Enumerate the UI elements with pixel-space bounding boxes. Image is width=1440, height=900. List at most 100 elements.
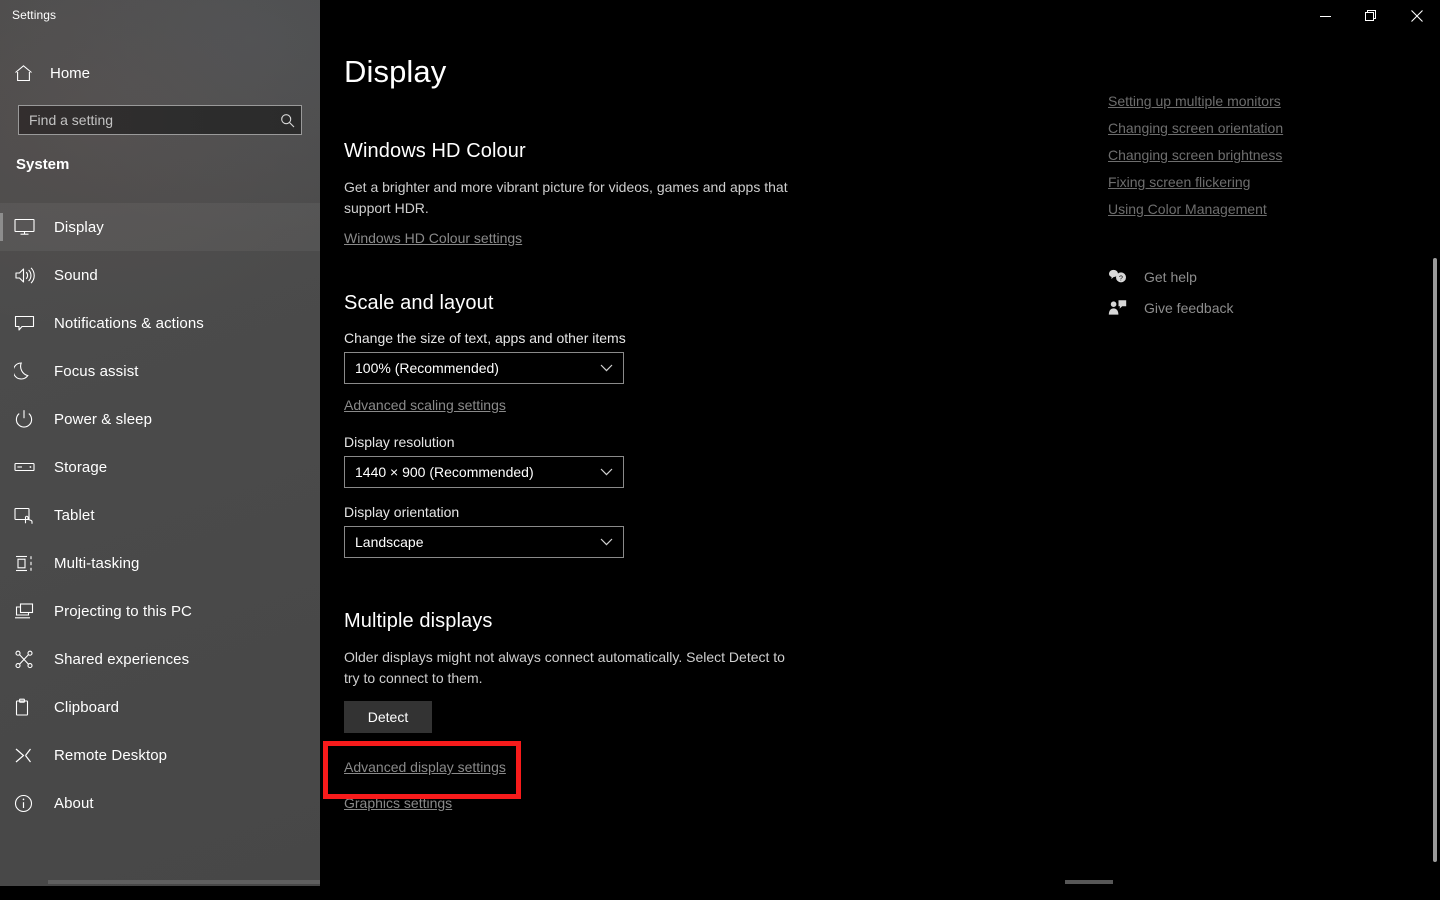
power-icon: [14, 407, 48, 431]
moon-icon: [14, 359, 48, 383]
give-feedback-label: Give feedback: [1144, 300, 1234, 316]
help-link[interactable]: Changing screen brightness: [1108, 142, 1378, 169]
orientation-label: Display orientation: [344, 504, 904, 520]
minimize-button[interactable]: [1302, 0, 1348, 32]
sidebar-item-label: Sound: [54, 267, 98, 284]
sidebar-item-remote-desktop[interactable]: Remote Desktop: [0, 731, 320, 779]
sidebar-item-label: Notifications & actions: [54, 315, 204, 332]
sidebar-group-title: System: [16, 156, 69, 173]
sidebar-item-storage[interactable]: Storage: [0, 443, 320, 491]
sidebar-item-label: Power & sleep: [54, 411, 152, 428]
sidebar-item-power-sleep[interactable]: Power & sleep: [0, 395, 320, 443]
vertical-scrollbar-track[interactable]: [1431, 32, 1437, 886]
scale-dropdown[interactable]: 100% (Recommended): [344, 352, 624, 384]
graphics-settings-link[interactable]: Graphics settings: [344, 795, 452, 811]
sidebar-item-label: Remote Desktop: [54, 747, 167, 764]
monitor-icon: [14, 215, 48, 239]
close-button[interactable]: [1394, 0, 1440, 32]
close-icon: [1411, 10, 1423, 22]
main-content: Display Windows HD Colour Get a brighter…: [320, 0, 1440, 886]
tablet-icon: [14, 503, 48, 527]
drive-icon: [14, 455, 48, 479]
home-icon: [14, 64, 46, 83]
sidebar-item-clipboard[interactable]: Clipboard: [0, 683, 320, 731]
resolution-dropdown[interactable]: 1440 × 900 (Recommended): [344, 456, 624, 488]
sidebar-home-label: Home: [50, 65, 90, 82]
give-feedback-action[interactable]: Give feedback: [1108, 292, 1378, 323]
sidebar-item-label: Shared experiences: [54, 651, 189, 668]
section-multiple-displays: Multiple displays Older displays might n…: [344, 610, 904, 813]
get-help-action[interactable]: ? Get help: [1108, 261, 1378, 292]
scale-label: Change the size of text, apps and other …: [344, 330, 904, 346]
get-help-label: Get help: [1144, 269, 1197, 285]
clipboard-icon: [14, 695, 48, 719]
sidebar: Home System Displ: [0, 0, 320, 886]
sidebar-item-tablet[interactable]: Tablet: [0, 491, 320, 539]
info-icon: [14, 791, 48, 815]
project-icon: [14, 599, 48, 623]
orientation-dropdown[interactable]: Landscape: [344, 526, 624, 558]
section-heading: Scale and layout: [344, 292, 904, 315]
section-heading: Windows HD Colour: [344, 140, 904, 163]
help-link[interactable]: Fixing screen flickering: [1108, 169, 1378, 196]
section-scale-and-layout: Scale and layout Change the size of text…: [344, 292, 904, 558]
detect-button[interactable]: Detect: [344, 701, 432, 733]
search-box[interactable]: [18, 105, 302, 135]
resolution-value: 1440 × 900 (Recommended): [355, 464, 600, 480]
sidebar-item-label: Focus assist: [54, 363, 139, 380]
sidebar-item-label: Storage: [54, 459, 107, 476]
sidebar-item-focus-assist[interactable]: Focus assist: [0, 347, 320, 395]
chevron-down-icon: [600, 538, 613, 546]
search-input[interactable]: [19, 112, 273, 128]
share-icon: [14, 647, 48, 671]
sidebar-nav-list: Display Sound: [0, 203, 320, 827]
sidebar-horizontal-scrollbar[interactable]: [48, 880, 320, 884]
help-panel: Setting up multiple monitors Changing sc…: [1108, 88, 1378, 323]
hd-colour-description: Get a brighter and more vibrant picture …: [344, 177, 796, 219]
advanced-display-settings-link[interactable]: Advanced display settings: [344, 759, 506, 775]
help-link[interactable]: Using Color Management: [1108, 196, 1378, 223]
svg-text:?: ?: [1119, 275, 1123, 282]
help-link[interactable]: Setting up multiple monitors: [1108, 88, 1378, 115]
section-heading: Multiple displays: [344, 610, 904, 633]
minimize-icon: [1320, 11, 1331, 22]
scale-value: 100% (Recommended): [355, 360, 600, 376]
notification-icon: [14, 311, 48, 335]
window-controls: [1302, 0, 1440, 32]
sidebar-item-label: Tablet: [54, 507, 95, 524]
orientation-value: Landscape: [355, 534, 600, 550]
restore-button[interactable]: [1348, 0, 1394, 32]
sidebar-item-sound[interactable]: Sound: [0, 251, 320, 299]
sidebar-item-projecting-to-this-pc[interactable]: Projecting to this PC: [0, 587, 320, 635]
sidebar-item-display[interactable]: Display: [0, 203, 320, 251]
sidebar-item-notifications-actions[interactable]: Notifications & actions: [0, 299, 320, 347]
sidebar-item-label: Multi-tasking: [54, 555, 140, 572]
page-title: Display: [344, 54, 446, 90]
sidebar-item-label: Clipboard: [54, 699, 119, 716]
remote-desktop-icon: [14, 743, 48, 767]
sidebar-item-home[interactable]: Home: [0, 55, 320, 91]
sidebar-item-multi-tasking[interactable]: Multi-tasking: [0, 539, 320, 587]
multitask-icon: [14, 551, 48, 575]
section-windows-hd-colour: Windows HD Colour Get a brighter and mor…: [344, 140, 904, 248]
settings-window: Settings: [0, 0, 1440, 900]
help-link[interactable]: Changing screen orientation: [1108, 115, 1378, 142]
sidebar-item-label: About: [54, 795, 94, 812]
restore-icon: [1365, 10, 1377, 22]
sidebar-item-about[interactable]: About: [0, 779, 320, 827]
windows-hd-colour-settings-link[interactable]: Windows HD Colour settings: [344, 230, 522, 246]
speaker-icon: [14, 263, 48, 287]
advanced-scaling-settings-link[interactable]: Advanced scaling settings: [344, 397, 506, 413]
multiple-displays-description: Older displays might not always connect …: [344, 647, 796, 689]
get-help-icon: ?: [1108, 268, 1138, 285]
sidebar-item-shared-experiences[interactable]: Shared experiences: [0, 635, 320, 683]
sidebar-item-label: Display: [54, 219, 104, 236]
chevron-down-icon: [600, 468, 613, 476]
chevron-down-icon: [600, 364, 613, 372]
main-horizontal-scrollbar[interactable]: [1065, 880, 1113, 884]
resolution-label: Display resolution: [344, 434, 904, 450]
search-icon[interactable]: [273, 113, 301, 128]
vertical-scrollbar-thumb[interactable]: [1433, 258, 1437, 862]
sidebar-item-label: Projecting to this PC: [54, 603, 192, 620]
title-bar[interactable]: Settings: [0, 0, 1440, 32]
